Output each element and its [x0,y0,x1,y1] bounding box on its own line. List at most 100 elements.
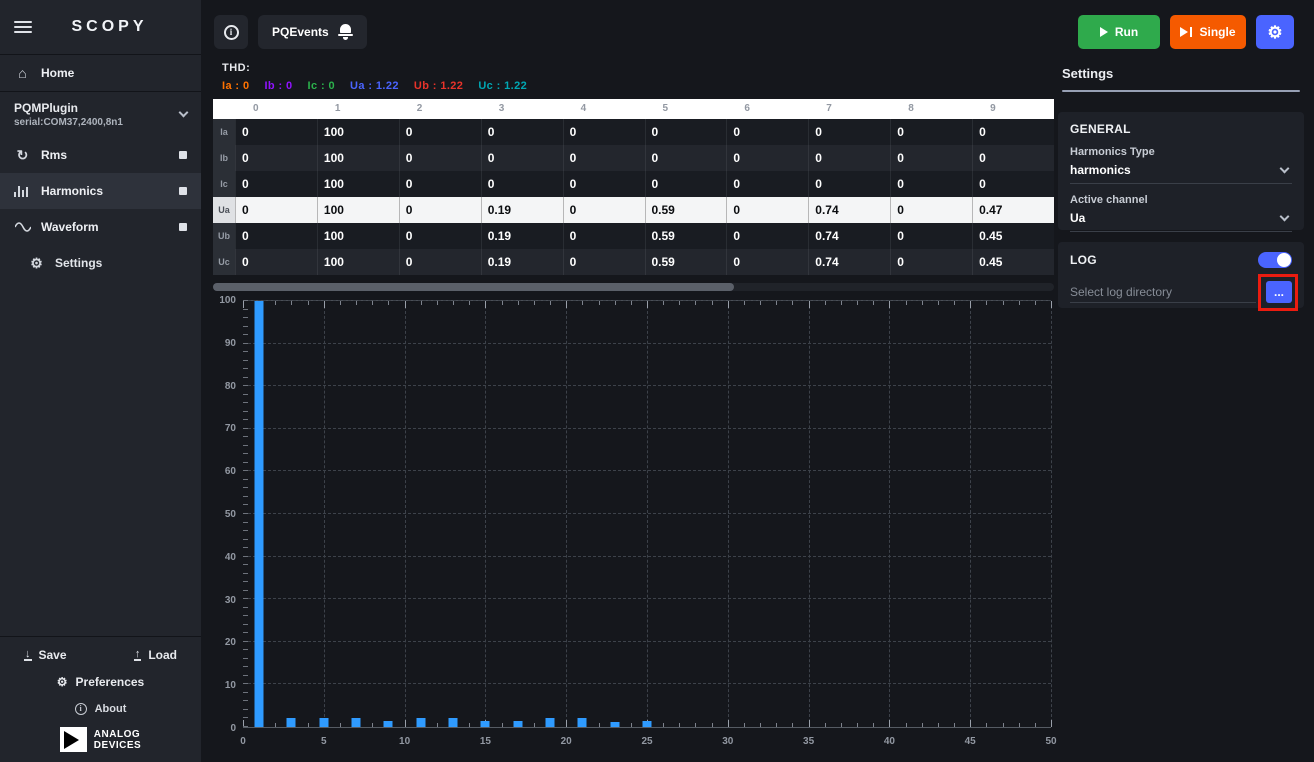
chart-ylabels: 0102030405060708090100 [213,300,239,728]
axis-tick [291,301,292,305]
axis-tick [760,723,761,727]
table-scrollbar[interactable] [213,283,1054,291]
axis-tick [243,692,248,693]
axis-tick [243,504,248,505]
y-tick-label: 80 [225,381,236,392]
table-cell: 0 [972,119,1054,145]
harmonic-bar [255,301,264,727]
table-row-Ua[interactable]: Ua010000.1900.5900.7400.47 [213,197,1054,223]
table-cell: 0 [890,145,972,171]
x-tick-label: 35 [803,736,814,747]
table-row-Ib[interactable]: Ib010000000000 [213,145,1054,171]
table-cell: 0.74 [808,197,890,223]
gridline-v [809,301,810,727]
x-tick-label: 30 [722,736,733,747]
thd-values: Ia : 0Ib : 0Ic : 0Ua : 1.22Ub : 1.22Uc :… [222,80,527,92]
log-directory-input[interactable] [1070,282,1256,303]
sidebar-plugin-header[interactable]: PQMPlugin serial:COM37,2400,8n1 [0,92,201,137]
sidebar-item-waveform[interactable]: Waveform [0,209,201,245]
axis-tick [243,453,248,454]
table-cell: 0 [481,119,563,145]
table-corner [213,99,235,119]
chevron-down-icon[interactable] [179,108,189,118]
sidebar-item-rms[interactable]: ↻ Rms [0,137,201,173]
gridline-v [728,301,729,727]
table-cell: 100 [317,119,399,145]
pqevents-button[interactable]: PQEvents [258,15,367,49]
table-cell: 0 [563,223,645,249]
row-label: Ub [213,223,235,249]
preferences-button[interactable]: ⚙ Preferences [0,668,201,696]
sidebar-item-settings[interactable]: ⚙ Settings [0,245,201,281]
table-cell: 0.45 [972,223,1054,249]
about-button[interactable]: i About [0,696,201,722]
axis-tick [1035,301,1036,305]
sidebar-item-home[interactable]: ⌂ Home [0,55,201,91]
axis-tick [599,723,600,727]
log-toggle[interactable] [1258,252,1292,268]
general-heading: GENERAL [1070,122,1292,136]
axis-tick [405,720,406,727]
load-button[interactable]: ↑ Load [134,648,177,662]
harmonics-type-value: harmonics [1070,163,1131,177]
table-cell: 0 [726,119,808,145]
axis-tick [243,649,248,650]
active-channel-select[interactable]: Ua [1070,206,1292,232]
sidebar-item-label: Harmonics [41,184,103,198]
harmonic-bar [319,718,328,727]
active-channel-value: Ua [1070,211,1085,225]
axis-tick [647,301,648,308]
column-header: 3 [481,99,563,119]
axis-tick [340,301,341,305]
axis-tick [243,496,248,497]
axis-tick [243,368,248,369]
table-cell: 0 [726,171,808,197]
gridline-v [889,301,890,727]
axis-tick [243,683,248,684]
general-section: GENERAL Harmonics Type harmonics Active … [1058,112,1304,230]
table-row-Ub[interactable]: Ub010000.1900.5900.7400.45 [213,223,1054,249]
table-cell: 0 [563,197,645,223]
axis-tick [243,334,248,335]
axis-tick [243,590,248,591]
axis-tick [566,720,567,727]
axis-tick [243,317,248,318]
table-row-Ia[interactable]: Ia010000000000 [213,119,1054,145]
axis-tick [243,581,248,582]
brand-line: ANALOG [94,729,141,740]
axis-tick [809,301,810,308]
axis-tick [469,723,470,727]
info-button[interactable]: i [214,15,248,49]
sidebar: SCOPY ⌂ Home PQMPlugin serial:COM37,2400… [0,0,201,762]
table-row-Uc[interactable]: Uc010000.1900.5900.7400.45 [213,249,1054,275]
harmonics-stop-indicator[interactable] [179,187,187,195]
gridline-v [647,301,648,727]
axis-tick [243,394,248,395]
save-button[interactable]: ↓ Save [24,648,67,662]
axis-tick [340,723,341,727]
sidebar-item-label: Waveform [41,220,99,234]
menu-toggle-icon[interactable] [14,21,32,33]
row-label: Ic [213,171,235,197]
table-cell: 0 [235,171,317,197]
waveform-stop-indicator[interactable] [179,223,187,231]
harmonics-type-select[interactable]: harmonics [1070,158,1292,184]
browse-directory-button[interactable]: ... [1266,281,1292,303]
y-tick-label: 70 [225,423,236,434]
rms-stop-indicator[interactable] [179,151,187,159]
scrollbar-thumb[interactable] [213,283,734,291]
table-row-Ic[interactable]: Ic010000000000 [213,171,1054,197]
table-cell: 0 [235,249,317,275]
table-cell: 0 [399,223,481,249]
sidebar-item-harmonics[interactable]: Harmonics [0,173,201,209]
rms-icon: ↻ [14,148,31,162]
axis-tick [243,522,248,523]
axis-tick [243,419,248,420]
gridline-v [405,301,406,727]
y-tick-label: 30 [225,595,236,606]
axis-tick [889,301,890,308]
log-heading: LOG [1070,253,1097,267]
y-tick-label: 10 [225,680,236,691]
axis-tick [243,700,248,701]
log-section: LOG ... [1058,242,1304,308]
